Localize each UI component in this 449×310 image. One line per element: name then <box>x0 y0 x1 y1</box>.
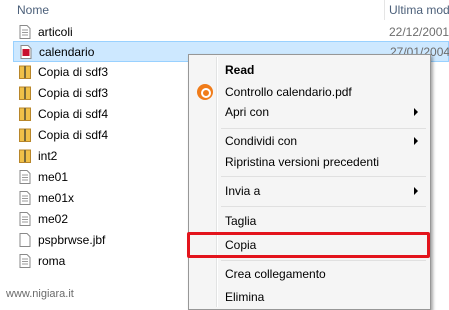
file-name: me01x <box>38 191 75 205</box>
file-name: roma <box>38 254 66 268</box>
submenu-arrow-icon <box>414 137 418 145</box>
menu-item-label: Apri con <box>225 105 270 119</box>
avast-icon <box>197 84 213 100</box>
menu-item-read[interactable]: Read <box>191 59 428 81</box>
menu-item-label: Taglia <box>225 214 257 228</box>
menu-item-label: Read <box>225 63 255 77</box>
text-file-icon <box>19 25 31 39</box>
submenu-arrow-icon <box>414 187 418 195</box>
menu-separator <box>221 206 426 207</box>
menu-item-label: Controllo calendario.pdf <box>225 85 352 99</box>
copia-highlight-box <box>187 232 430 258</box>
file-name: Copia di sdf4 <box>38 128 109 142</box>
menu-item-label: Elimina <box>225 290 265 304</box>
file-name: me02 <box>38 212 69 226</box>
menu-item-taglia[interactable]: Taglia <box>191 210 428 232</box>
text-file-icon <box>19 191 31 205</box>
text-file-icon <box>19 254 31 268</box>
zip-folder-icon <box>19 149 31 163</box>
menu-item-label: Condividi con <box>225 134 298 148</box>
zip-folder-icon <box>19 107 31 121</box>
column-header-bar: Nome Ultima mod <box>0 0 449 20</box>
file-date: 22/12/2001 <box>389 25 449 39</box>
text-file-icon <box>19 170 31 184</box>
menu-separator <box>221 128 426 129</box>
column-divider[interactable] <box>384 0 385 20</box>
file-name: pspbrwse.jbf <box>38 233 106 247</box>
file-name: Copia di sdf3 <box>38 65 109 79</box>
file-name: Copia di sdf4 <box>38 107 109 121</box>
menu-item-label: Ripristina versioni precedenti <box>225 155 380 169</box>
menu-item-condividi[interactable]: Condividi con <box>191 130 428 152</box>
zip-folder-icon <box>19 65 31 79</box>
menu-item-elimina[interactable]: Elimina <box>191 286 428 308</box>
pdf-file-icon <box>20 45 32 59</box>
menu-separator <box>221 176 426 177</box>
menu-item-ripristina[interactable]: Ripristina versioni precedenti <box>191 151 428 173</box>
menu-separator <box>221 260 426 261</box>
menu-item-label: Invia a <box>225 184 261 198</box>
submenu-arrow-icon <box>414 108 418 116</box>
file-name: me01 <box>38 170 69 184</box>
blank-file-icon <box>19 233 31 247</box>
file-name: calendario <box>39 45 95 59</box>
file-name: Copia di sdf3 <box>38 86 109 100</box>
text-file-icon <box>19 212 31 226</box>
zip-folder-icon <box>19 86 31 100</box>
file-name: articoli <box>38 25 73 39</box>
menu-item-crea-collegamento[interactable]: Crea collegamento <box>191 263 428 285</box>
column-header-date[interactable]: Ultima mod <box>389 3 449 17</box>
menu-item-label: Crea collegamento <box>225 267 326 281</box>
menu-item-invia[interactable]: Invia a <box>191 180 428 202</box>
context-menu: Read Controllo calendario.pdf Apri con C… <box>188 54 431 310</box>
column-header-name[interactable]: Nome <box>17 3 49 17</box>
watermark: www.nigiara.it <box>6 288 74 300</box>
zip-folder-icon <box>19 128 31 142</box>
menu-item-controllo[interactable]: Controllo calendario.pdf <box>191 81 428 103</box>
menu-item-apri-con[interactable]: Apri con <box>191 101 428 123</box>
file-row[interactable]: articoli 22/12/2001 <box>13 22 449 43</box>
file-name: int2 <box>38 149 58 163</box>
